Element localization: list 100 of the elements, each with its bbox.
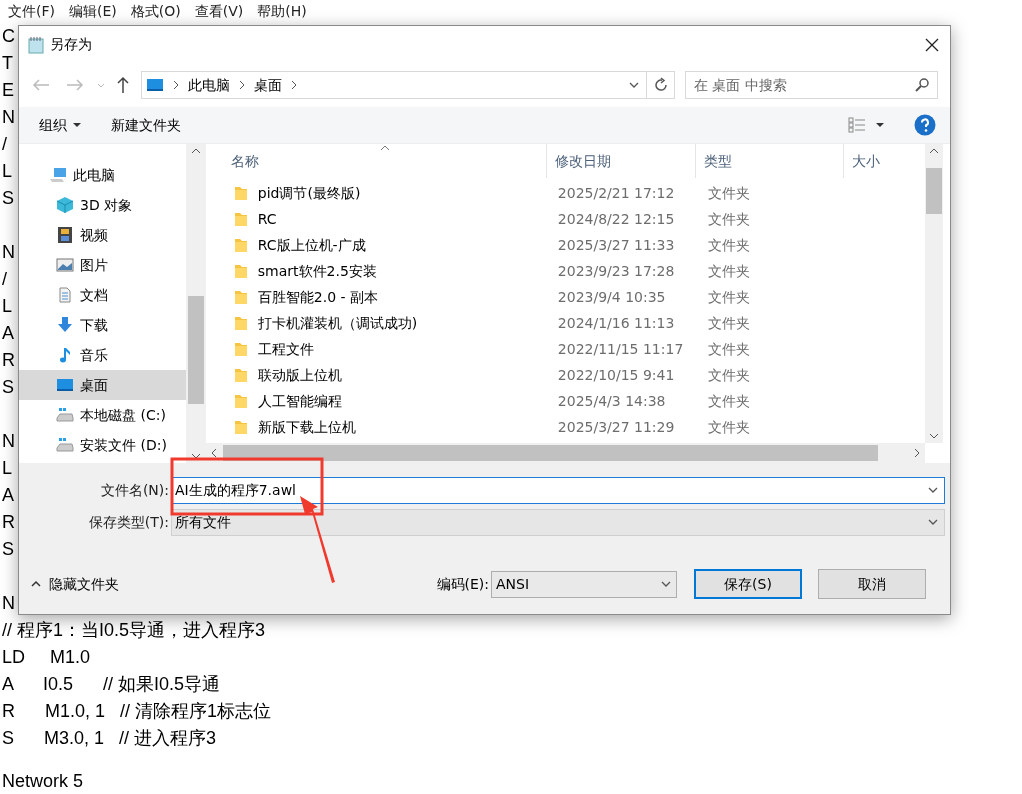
nav-item[interactable]: 文档 [19,280,186,310]
hide-folders-toggle[interactable]: 隐藏文件夹 [31,573,119,595]
nav-item[interactable]: 下载 [19,310,186,340]
address-bar[interactable]: 此电脑 桌面 [141,71,647,99]
save-button[interactable]: 保存(S) [694,569,802,599]
file-name[interactable]: 工程文件 [257,338,314,360]
table-cell-text: 2024/1/16 11:13 [556,313,676,333]
drive-icon [56,406,74,424]
file-type-dropdown[interactable]: 所有文件 [171,508,945,536]
file-name[interactable]: RC [257,208,277,230]
scrollbar[interactable] [205,443,925,463]
file-name[interactable]: 百胜智能2.0 - 副本 [257,286,379,308]
nav-item[interactable]: 3D 对象 [19,190,186,220]
folder-icon [233,419,248,435]
scrollbar-thumb[interactable] [925,168,942,214]
breadcrumb-item[interactable]: 桌面 [254,74,282,96]
editor-line: Network 5 [2,770,84,793]
nav-item[interactable]: 图片 [19,250,186,280]
notepad-icon [27,35,45,54]
editor-line: A [2,322,14,345]
caret-icon [73,122,81,128]
menu-item[interactable]: 查看(V) [194,1,244,22]
file-name[interactable]: 打卡机灌装机（调试成功) [257,312,418,334]
menu-item[interactable]: 格式(O) [130,1,181,22]
scrollbar[interactable] [924,144,943,444]
table-cell-text: 2023/9/23 17:28 [556,261,676,281]
menu-item[interactable]: 文件(F) [8,1,55,22]
filename-field[interactable]: AI生成的程序7.awl [171,476,945,504]
editor-line: // 程序1：当I0.5导通，进入程序3 [2,619,266,642]
menu-item[interactable]: 帮助(H) [257,1,307,22]
nav-item[interactable]: 桌面 [19,370,186,400]
chevron-right-icon [172,79,180,91]
file-name[interactable]: 新版下载上位机 [257,416,356,438]
folder-icon [233,289,248,305]
field-label: 编码(E): [436,574,489,594]
up-arrow-icon [115,75,131,95]
cube-icon [56,196,74,214]
table-cell-text: 文件夹 [706,391,751,411]
computer-icon [49,166,67,184]
monitor-icon [56,376,74,394]
folder-icon [233,315,248,331]
column-header[interactable]: 大小 [843,144,925,178]
new-folder-button[interactable]: 新建文件夹 [111,114,181,136]
column-header[interactable]: 名称 [205,144,546,178]
search-field[interactable]: 在 桌面 中搜索 [685,71,938,99]
editor-line: N [2,241,15,264]
column-header[interactable]: 修改日期 [546,144,695,178]
nav-item[interactable]: 此电脑 [19,160,186,190]
folder-icon [233,341,248,357]
editor-line: L [2,160,12,183]
file-name[interactable]: 联动版上位机 [257,364,342,386]
folder-icon [233,263,248,279]
editor-line: E [2,79,14,102]
file-name[interactable]: 人工智能编程 [257,390,342,412]
editor-line: C [2,25,15,48]
chevron-right-icon [912,448,921,459]
table-cell-text: 2022/11/15 11:17 [556,339,685,359]
cancel-button[interactable]: 取消 [818,569,926,599]
nav-item[interactable]: 安装文件 (D:) [19,430,186,460]
chevron-down-icon [190,452,201,460]
refresh-button[interactable] [647,71,675,99]
nav-item[interactable]: 本地磁盘 (C:) [19,400,186,430]
editor-line: LD M1.0 [2,646,91,669]
breadcrumb-item[interactable]: 此电脑 [188,74,230,96]
view-list-icon [848,117,866,133]
table-cell-text: 文件夹 [706,183,751,203]
editor-line: N [2,106,15,129]
table-cell-text: 文件夹 [706,313,751,333]
scrollbar-thumb[interactable] [222,445,878,462]
file-name[interactable]: pid调节(最终版) [257,182,361,204]
table-cell-text: 文件夹 [706,261,751,281]
chevron-down-icon [928,432,939,441]
refresh-icon [652,77,669,93]
table-cell-text: 2022/10/15 9:41 [556,365,676,385]
film-icon [56,226,74,244]
nav-item[interactable]: 音乐 [19,340,186,370]
editor-line: / [2,268,7,291]
field-label: 保存类型(T): [87,512,170,532]
file-name[interactable]: smart软件2.5安装 [257,260,377,282]
sort-caret-icon [379,145,390,151]
menu-item[interactable]: 编辑(E) [69,1,117,22]
chevron-up-icon [31,580,41,588]
document-icon [56,286,74,304]
chevron-left-icon [209,448,218,459]
editor-line: S [2,376,14,399]
editor-line: N [2,592,15,615]
chevron-right-icon [238,79,246,91]
editor-line: S M3.0, 1 // 进入程序3 [2,727,217,750]
scrollbar[interactable] [185,144,206,463]
editor-line: S [2,187,14,210]
scrollbar-thumb[interactable] [187,296,204,404]
column-header[interactable]: 类型 [694,144,844,178]
nav-item[interactable]: 视频 [19,220,186,250]
encoding-dropdown[interactable]: ANSI [491,570,677,598]
file-name[interactable]: RC版上位机-广成 [257,234,366,256]
monitor-icon [146,78,164,92]
organize-button[interactable]: 组织 [39,114,81,136]
image-icon [56,256,74,274]
chevron-down-icon [97,82,105,88]
editor-line: A I0.5 // 如果I0.5导通 [2,673,221,696]
